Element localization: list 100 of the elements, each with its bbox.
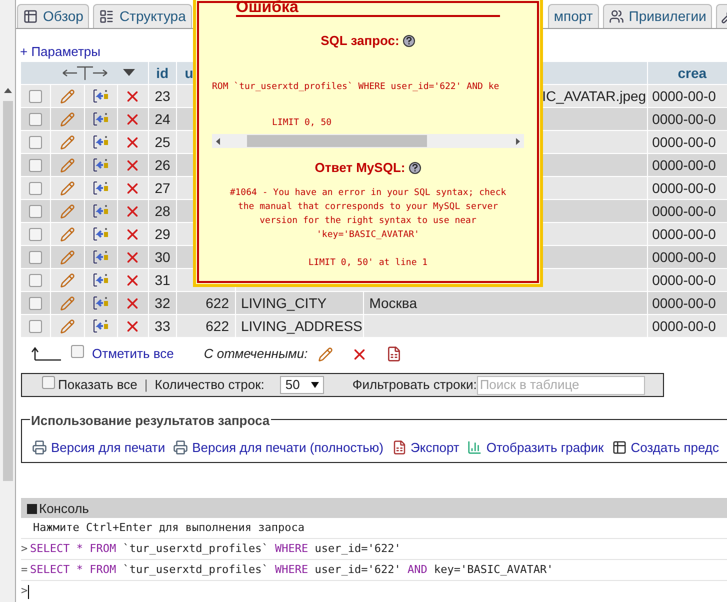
table-cell: LIVING_CITY [236,292,364,314]
users-icon [608,9,624,24]
table-cell: 0000-00-0 [648,108,727,130]
console-query: SELECT * FROM `tur_userxtd_profiles` WHERE user_id='622' AND key='BASIC_AVATAR' [30,562,554,578]
result-action-link[interactable]: Экспорт [410,438,460,458]
row-checkbox[interactable] [28,274,42,286]
pencil-icon[interactable] [60,112,75,126]
pencil-icon[interactable] [60,158,75,172]
pencil-icon[interactable] [60,272,75,288]
help-icon[interactable] [409,162,422,174]
filter-input[interactable]: Поиск в таблице [476,376,645,394]
navigation-scrollbar[interactable] [0,0,16,602]
copy-row-icon[interactable] [92,157,109,173]
mysql-response-heading: Ответ MySQL: [314,159,406,177]
pencil-icon[interactable] [60,226,75,242]
table-cell: 32 [149,292,177,314]
pencil-icon[interactable] [60,134,75,150]
result-action-link[interactable]: Создать предс [630,438,720,458]
table-cell: Москва [364,292,648,314]
pencil-icon[interactable] [60,180,75,196]
dropdown-caret-icon [311,382,320,388]
copy-row-icon[interactable] [92,134,109,150]
row-checkbox[interactable] [28,90,42,102]
pencil-icon[interactable] [60,318,75,334]
result-action-link[interactable]: Версия для печати [51,438,166,458]
bar-chart-icon [467,440,482,456]
scroll-right-icon[interactable] [516,138,520,144]
table-cell: 0000-00-0 [648,131,727,153]
table-cell: 24 [149,108,177,130]
options-link[interactable]: + Параметры [20,42,101,62]
table-cell: 0000-00-0 [648,292,727,314]
table-cell: 0000-00-0 [648,154,727,176]
table-cell: 0000-00-0 [648,223,727,245]
table-cell: 33 [149,315,177,337]
console-line-prefix: = [21,562,29,578]
sql-code-line: LIMIT 0, 50 [272,118,332,128]
column-resize-icon[interactable] [61,65,109,81]
tab[interactable]: Структура [93,4,192,28]
table-cell: 0000-00-0 [648,177,727,199]
show-all-checkbox[interactable] [42,376,55,390]
table-cell: 25 [149,131,177,153]
table-cell: 26 [149,154,177,176]
row-checkbox[interactable] [28,158,42,172]
row-checkbox[interactable] [28,250,42,264]
column-header[interactable]: crea [648,62,727,84]
scrollbar-thumb[interactable] [247,135,427,147]
copy-row-icon[interactable] [92,88,109,104]
table-cell: 0000-00-0 [648,200,727,222]
copy-row-icon[interactable] [92,272,109,288]
console-query: SELECT * FROM `tur_userxtd_profiles` WHERE user_id='622' [30,540,401,557]
table-cell: 0000-00-0 [648,269,727,291]
with-selected-label: С отмеченными: [204,345,308,364]
export-icon[interactable] [386,346,402,362]
result-action-link[interactable]: Версия для печати (полностью) [192,438,384,458]
console-prompt: > [21,583,28,600]
pencil-icon[interactable] [60,296,75,310]
copy-row-icon[interactable] [92,295,109,311]
dropdown-caret-icon[interactable] [123,69,135,77]
pencil-icon[interactable] [318,346,333,362]
text-cursor [28,584,29,598]
row-checkbox[interactable] [28,320,42,332]
table-cell: 0000-00-0 [648,246,727,268]
console-header[interactable]: Консоль [21,499,727,518]
row-checkbox[interactable] [28,296,42,310]
export-icon [392,440,407,456]
copy-row-icon[interactable] [92,249,109,265]
pencil-icon[interactable] [60,250,75,264]
copy-row-icon[interactable] [92,111,109,127]
check-all-link[interactable]: Отметить все [92,344,174,364]
row-checkbox[interactable] [28,228,42,240]
pencil-icon[interactable] [60,88,75,104]
table-cell: 31 [149,269,177,291]
copy-row-icon[interactable] [92,180,109,196]
table-cell: 29 [149,223,177,245]
scroll-up-icon[interactable] [4,88,12,93]
copy-row-icon[interactable] [92,203,109,219]
tab[interactable]: Обзор [17,4,90,28]
result-action-link[interactable]: Отобразить график [486,438,604,458]
show-all-label[interactable]: Показать все [58,375,138,395]
tab[interactable]: мпорт [548,4,599,28]
scrollbar-thumb[interactable] [2,101,12,481]
filter-rows-label: Фильтровать строки: [352,376,477,394]
copy-row-icon[interactable] [92,226,109,242]
error-message: #1064 - You have an error in your SQL syntax; check the manual that corresponds to your MySQL server version for the right syntax to use near 'key='BASIC_AVATAR' LIMIT 0, 50' at line 1 [230,186,506,270]
table-cell: 23 [149,85,177,107]
pencil-icon[interactable] [60,204,75,218]
copy-row-icon[interactable] [92,318,109,334]
row-checkbox[interactable] [28,112,42,126]
column-header[interactable]: id [149,62,177,84]
check-all-checkbox[interactable] [71,345,84,358]
row-checkbox[interactable] [28,182,42,194]
row-checkbox[interactable] [28,204,42,218]
horizontal-scrollbar[interactable] [212,134,524,148]
rows-count-select[interactable]: 50 [280,376,324,394]
scroll-left-icon[interactable] [216,138,220,144]
help-icon[interactable] [403,34,416,47]
row-checkbox[interactable] [28,136,42,148]
tab[interactable]: Привилегии [602,4,712,28]
separator: | [144,376,148,394]
printer-icon [32,440,47,456]
